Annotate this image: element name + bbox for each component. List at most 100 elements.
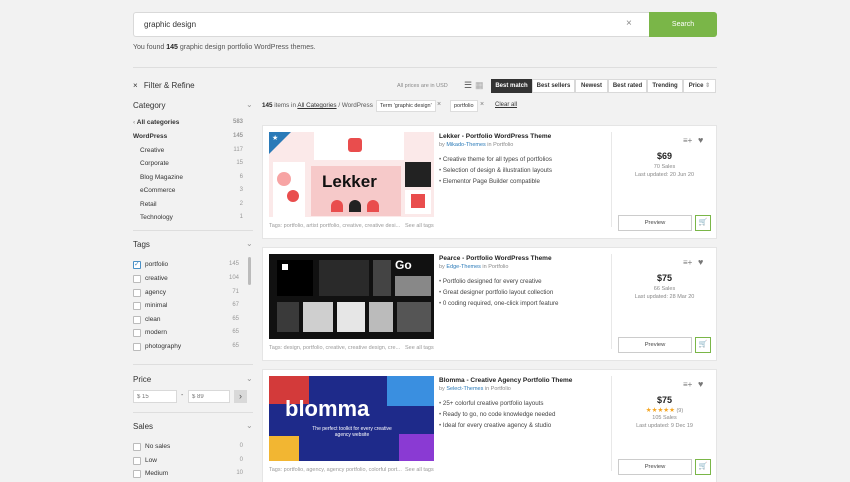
see-all-tags-link[interactable]: See all tags	[405, 467, 434, 473]
thumb-shape	[287, 190, 299, 202]
thumb-shape	[367, 200, 379, 212]
search-input[interactable]	[133, 12, 649, 37]
tags-scrollbar[interactable]	[248, 257, 251, 285]
sort-best-match[interactable]: Best match	[491, 79, 532, 93]
price-min-input[interactable]	[133, 390, 177, 403]
checkbox[interactable]	[133, 343, 141, 351]
sidebar-item-ecommerce[interactable]: eCommerce 3	[133, 187, 253, 194]
item-title[interactable]: Blomma - Creative Agency Portfolio Theme	[439, 377, 572, 384]
author-link[interactable]: Select-Themes	[446, 386, 483, 392]
item-last-updated: Last updated: 28 Mar 20	[634, 294, 695, 300]
sidebar-item-all-categories[interactable]: ‹ All categories 583	[133, 119, 253, 126]
see-all-tags-link[interactable]: See all tags	[405, 223, 434, 229]
checkbox[interactable]	[133, 275, 141, 283]
filter-chip-term: Term 'graphic design'	[376, 100, 436, 112]
tag-count: 65	[232, 316, 239, 322]
sort-best-sellers[interactable]: Best sellers	[532, 79, 575, 93]
author-link[interactable]: Mikado-Themes	[446, 142, 485, 148]
rating-stars: ★★★★★ (9)	[612, 406, 717, 414]
heart-icon[interactable]: ♥	[698, 135, 703, 145]
logo-mark	[348, 138, 362, 152]
grid-view-icon[interactable]: ▦	[475, 80, 484, 91]
sales-heading[interactable]: Sales	[133, 422, 153, 431]
item-card: Go Pearce - Portfolio WordPress Theme by…	[262, 247, 717, 361]
chevron-down-icon[interactable]: ⌄	[246, 421, 253, 430]
add-to-collection-icon[interactable]: ≡+	[683, 136, 692, 145]
sidebar-item-blog-magazine[interactable]: Blog Magazine 6	[133, 174, 253, 181]
sidebar-item-wordpress[interactable]: WordPress 145	[133, 133, 253, 140]
sidebar-item-technology[interactable]: Technology 1	[133, 214, 253, 221]
feature-item: 0 coding required, one-click import feat…	[439, 300, 559, 307]
clear-all-link[interactable]: Clear all	[495, 102, 517, 108]
thumb-panel	[369, 302, 393, 332]
item-title[interactable]: Pearce - Portfolio WordPress Theme	[439, 255, 552, 262]
item-title[interactable]: Lekker - Portfolio WordPress Theme	[439, 133, 551, 140]
price-go-button[interactable]: ›	[234, 390, 247, 403]
checkbox[interactable]	[133, 302, 141, 310]
price-max-input[interactable]	[188, 390, 230, 403]
thumb-shape	[411, 194, 425, 208]
sort-newest[interactable]: Newest	[575, 79, 608, 93]
filter-refine-header[interactable]: × Filter & Refine	[133, 81, 195, 90]
cart-icon[interactable]: 🛒	[695, 337, 711, 353]
sidebar-item-creative[interactable]: Creative 117	[133, 147, 253, 154]
search-button[interactable]: Search	[649, 12, 717, 37]
preview-button[interactable]: Preview	[618, 337, 692, 353]
cart-icon[interactable]: 🛒	[695, 215, 711, 231]
clear-search-icon[interactable]: ×	[626, 18, 632, 29]
checkbox[interactable]	[133, 329, 141, 337]
star-icon: ★★★★★	[645, 407, 675, 414]
feature-item: Portfolio designed for every creative	[439, 278, 542, 285]
tag-count: 104	[228, 275, 239, 281]
author-link[interactable]: Edge-Themes	[446, 264, 481, 270]
thumb-panel	[397, 302, 431, 332]
item-price: $75	[656, 395, 673, 405]
see-all-tags-link[interactable]: See all tags	[405, 345, 434, 351]
remove-filter-icon[interactable]: ×	[437, 101, 441, 108]
category-heading[interactable]: Category	[133, 101, 165, 110]
results-count: 145	[166, 44, 178, 51]
chevron-down-icon[interactable]: ⌄	[246, 239, 253, 248]
item-thumbnail[interactable]: ★ Lekker	[269, 132, 434, 217]
list-view-icon[interactable]: ☰	[464, 80, 472, 91]
thumb-panel	[277, 302, 299, 332]
thumb-panel	[395, 276, 431, 296]
sort-price[interactable]: Price ⇕	[683, 79, 716, 93]
cart-icon[interactable]: 🛒	[695, 459, 711, 475]
heart-icon[interactable]: ♥	[698, 257, 703, 267]
checkbox[interactable]	[133, 470, 141, 478]
item-thumbnail[interactable]: Go	[269, 254, 434, 339]
breadcrumb-all-categories[interactable]: All Categories	[297, 102, 336, 109]
sidebar-item-corporate[interactable]: Corporate 15	[133, 160, 253, 167]
add-to-collection-icon[interactable]: ≡+	[683, 380, 692, 389]
preview-button[interactable]: Preview	[618, 215, 692, 231]
item-sales: 66 Sales	[653, 286, 676, 292]
add-to-collection-icon[interactable]: ≡+	[683, 258, 692, 267]
checkbox[interactable]	[133, 260, 141, 269]
checkbox[interactable]	[133, 289, 141, 297]
chevron-down-icon[interactable]: ⌄	[246, 374, 253, 383]
thumb-shape	[269, 436, 299, 461]
close-icon[interactable]: ×	[133, 81, 138, 90]
tags-heading[interactable]: Tags	[133, 240, 150, 249]
checkbox[interactable]	[133, 457, 141, 465]
item-card: blomma The perfect toolkit for every cre…	[262, 369, 717, 482]
preview-button[interactable]: Preview	[618, 459, 692, 475]
chevron-down-icon[interactable]: ⌄	[246, 100, 253, 109]
thumb-panel	[373, 260, 391, 296]
item-thumbnail[interactable]: blomma The perfect toolkit for every cre…	[269, 376, 434, 461]
category-count: 2	[239, 201, 243, 207]
feature-item: Ready to go, no code knowledge needed	[439, 411, 556, 418]
item-author: by Select-Themes in Portfolio	[439, 386, 511, 392]
sidebar-item-retail[interactable]: Retail 2	[133, 201, 253, 208]
checkbox[interactable]	[133, 316, 141, 324]
thumb-wordmark: blomma	[285, 396, 370, 421]
heart-icon[interactable]: ♥	[698, 379, 703, 389]
remove-filter-icon[interactable]: ×	[480, 101, 484, 108]
checkbox[interactable]	[133, 443, 141, 451]
price-heading[interactable]: Price	[133, 375, 151, 384]
feature-item: Great designer portfolio layout collecti…	[439, 289, 553, 296]
feature-item: 25+ colorful creative portfolio layouts	[439, 400, 544, 407]
sort-trending[interactable]: Trending	[647, 79, 683, 93]
sort-best-rated[interactable]: Best rated	[608, 79, 647, 93]
